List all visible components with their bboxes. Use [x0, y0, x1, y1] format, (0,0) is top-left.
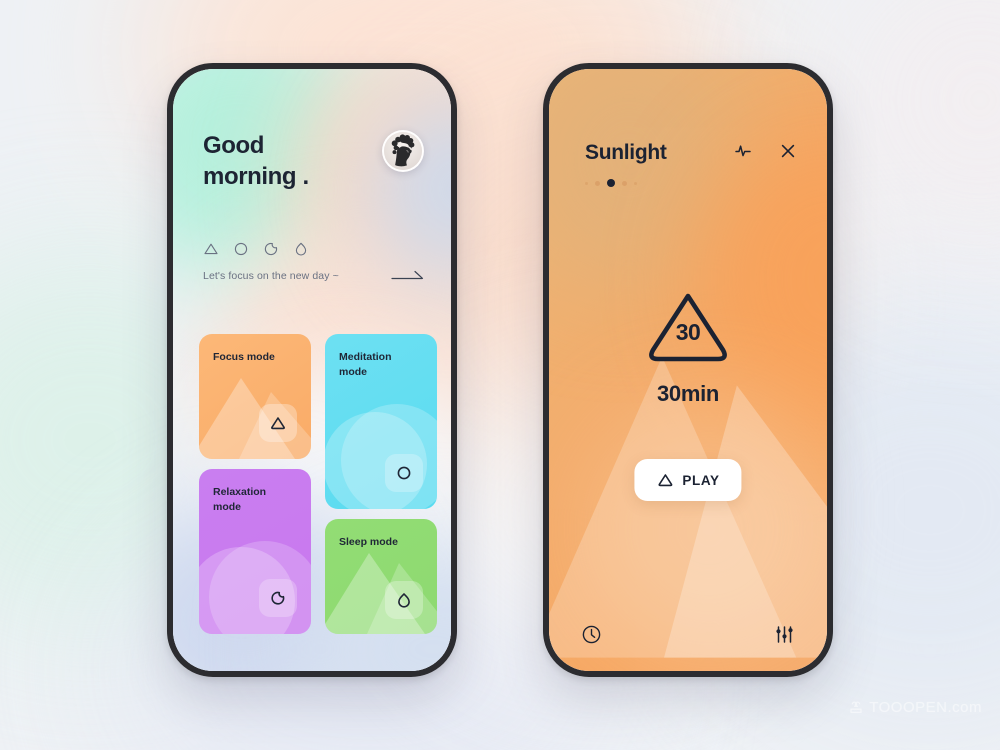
pagination-dots[interactable] [585, 179, 637, 187]
pagination-dot[interactable] [634, 181, 637, 185]
pagination-dot[interactable] [585, 181, 588, 185]
watermark: TOOOPEN.com [848, 699, 982, 716]
player-title: Sunlight [585, 141, 667, 164]
background-gradient [0, 0, 1000, 750]
card-relaxation-mode[interactable]: Relaxation mode [199, 469, 311, 634]
home-content: Good morning . Let's focus on the new da… [173, 69, 451, 671]
card-badge[interactable] [385, 454, 423, 492]
watermark-logo-icon [850, 700, 862, 713]
triangle-icon [658, 474, 673, 487]
triangle-icon[interactable] [203, 241, 219, 257]
arrow-right-icon[interactable] [391, 269, 425, 283]
pagination-dot[interactable] [595, 180, 600, 186]
sliders-icon[interactable] [774, 624, 795, 645]
circle-icon[interactable] [233, 241, 249, 257]
droplet-icon [398, 593, 410, 608]
player-screen: Sunlight 30 30min PLAY [549, 69, 827, 671]
card-meditation-mode[interactable]: Meditation mode [325, 334, 437, 509]
watermark-text: TOOOPEN.com [869, 699, 982, 716]
phone-home-mockup: Good morning . Let's focus on the new da… [167, 63, 457, 677]
home-screen: Good morning . Let's focus on the new da… [173, 69, 451, 671]
mode-cards-grid: Focus mode Meditation mode Relaxation mo… [199, 334, 437, 634]
card-title: Relaxation mode [213, 486, 267, 513]
moon-icon[interactable] [263, 241, 279, 257]
card-sleep-mode[interactable]: Sleep mode [325, 519, 437, 634]
greeting-heading: Good morning . [203, 132, 309, 190]
tagline-text: Let's focus on the new day ~ [203, 270, 339, 282]
clock-icon[interactable] [581, 624, 602, 645]
player-footer [549, 624, 827, 645]
moon-icon [271, 591, 285, 605]
play-button[interactable]: PLAY [634, 459, 742, 501]
close-icon[interactable] [779, 142, 797, 160]
player-header-actions [733, 141, 797, 161]
play-button-label: PLAY [682, 472, 720, 488]
card-badge[interactable] [259, 404, 297, 442]
timer-value: 30 [675, 319, 701, 345]
bg-blob-rose-right [820, 0, 1000, 260]
app-mockup-canvas: Good morning . Let's focus on the new da… [0, 0, 1000, 750]
card-title: Meditation mode [339, 351, 392, 378]
card-title: Focus mode [213, 351, 275, 363]
avatar[interactable] [382, 130, 424, 172]
pagination-dot-active[interactable] [607, 179, 615, 187]
timer-duration-label: 30min [656, 381, 720, 406]
card-title: Sleep mode [339, 536, 398, 548]
pulse-icon[interactable] [733, 141, 753, 161]
card-focus-mode[interactable]: Focus mode [199, 334, 311, 459]
circle-icon [397, 466, 411, 480]
droplet-icon[interactable] [293, 241, 309, 257]
card-badge[interactable] [259, 579, 297, 617]
phone-player-mockup: Sunlight 30 30min PLAY [543, 63, 833, 677]
mode-shape-row [203, 241, 309, 257]
timer-badge[interactable]: 30 [644, 287, 732, 367]
pagination-dot[interactable] [622, 180, 627, 186]
avatar-portrait-icon [384, 132, 422, 170]
triangle-icon [271, 417, 285, 430]
card-badge[interactable] [385, 581, 423, 619]
